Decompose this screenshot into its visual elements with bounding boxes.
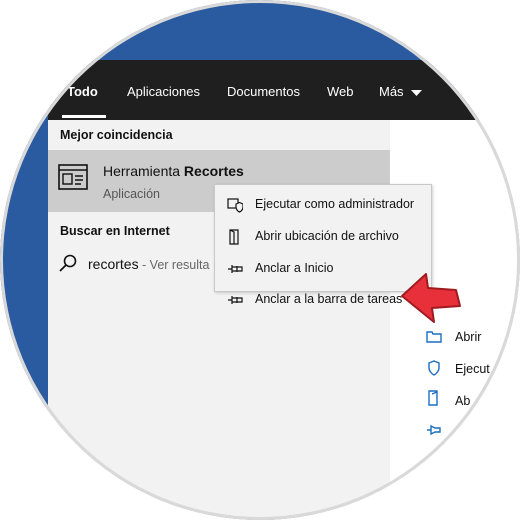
shield-icon (227, 198, 243, 213)
menu-item-pin-start[interactable]: Anclar a Inicio (215, 253, 431, 283)
app-name-bold: Recortes (183, 163, 244, 179)
right-item-abrir-ubicacion[interactable]: Ab (455, 394, 470, 408)
tab-mas[interactable]: Más (379, 84, 423, 99)
pin-icon (228, 296, 243, 304)
menu-item-label: Abrir ubicación de archivo (255, 229, 399, 243)
red-pointer-arrow (401, 273, 461, 323)
folder-icon (426, 331, 442, 343)
shield-icon (428, 360, 440, 376)
circular-frame: Todo Aplicaciones Documentos Web Más Mej… (0, 0, 520, 520)
tab-mas-label: Más (379, 84, 404, 99)
app-type: Aplicación (103, 187, 160, 201)
folder-icon (229, 229, 239, 245)
menu-item-pin-taskbar[interactable]: Anclar a la barra de tareas (215, 284, 431, 314)
search-icon (59, 254, 77, 272)
search-query: recortes (88, 256, 139, 272)
tab-web[interactable]: Web (327, 84, 354, 99)
best-match-heading: Mejor coincidencia (60, 128, 173, 142)
internet-search-heading: Buscar en Internet (60, 224, 170, 238)
chevron-down-icon (411, 89, 423, 96)
tab-aplicaciones[interactable]: Aplicaciones (127, 84, 200, 99)
tab-documentos[interactable]: Documentos (227, 84, 300, 99)
pin-icon (228, 265, 243, 273)
file-location-icon (428, 390, 438, 406)
tab-todo[interactable]: Todo (67, 84, 98, 99)
app-name: Herramienta Recortes (103, 163, 244, 179)
snipping-tool-icon (58, 164, 88, 190)
menu-item-label: Anclar a Inicio (255, 261, 334, 275)
menu-item-open-location[interactable]: Abrir ubicación de archivo (215, 221, 431, 251)
menu-item-run-as-admin[interactable]: Ejecutar como administrador (215, 189, 431, 219)
app-name-prefix: Herramienta (103, 163, 184, 179)
menu-item-label: Anclar a la barra de tareas (255, 292, 403, 306)
right-item-ejecutar[interactable]: Ejecut (455, 362, 490, 376)
web-search-result[interactable]: recortes - Ver resulta (88, 256, 209, 272)
pin-icon (427, 424, 441, 436)
menu-item-label: Ejecutar como administrador (255, 197, 415, 211)
right-item-abrir[interactable]: Abrir (455, 330, 481, 344)
search-hint: - Ver resulta (138, 258, 210, 272)
active-tab-indicator (62, 115, 106, 118)
